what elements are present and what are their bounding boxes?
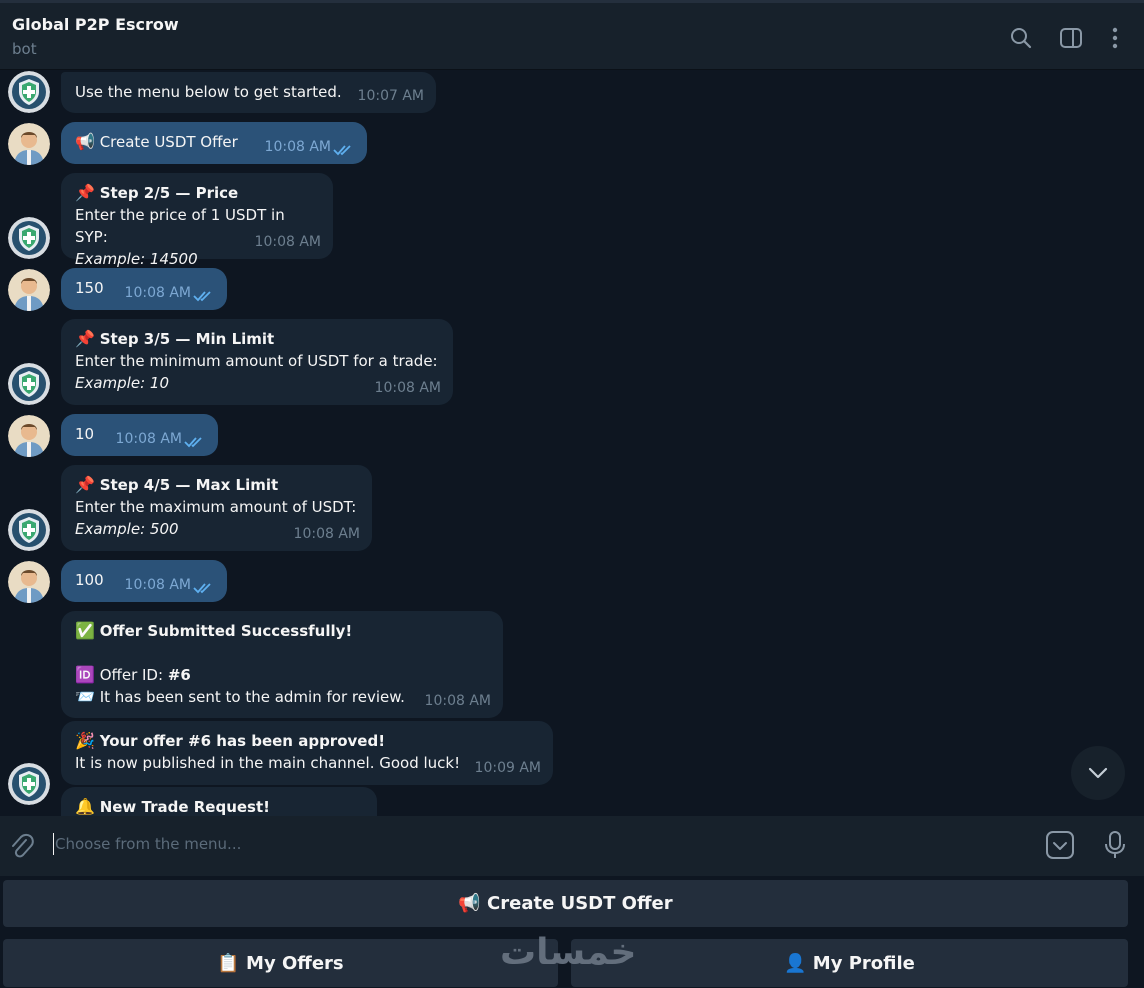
message-text: 150 <box>75 279 104 297</box>
message-input[interactable] <box>55 830 1015 858</box>
read-ticks-icon <box>193 582 215 594</box>
watermark: خمسات <box>500 932 637 973</box>
message-bubble-outgoing[interactable]: 10 10:08 AM <box>61 414 218 456</box>
message-bubble-incoming[interactable]: 🎉 Your offer #6 has been approved! It is… <box>61 721 553 785</box>
message-title: Offer Submitted Successfully! <box>99 622 353 640</box>
message-time: 10:07 AM <box>357 88 424 104</box>
pushpin-icon: 📌 <box>75 183 95 202</box>
message-text: 10 <box>75 425 95 443</box>
bell-icon: 🔔 <box>75 797 95 816</box>
user-avatar[interactable] <box>8 415 50 457</box>
keyboard-icon[interactable] <box>1045 830 1075 860</box>
step-title: Step 2/5 — Price <box>99 184 239 202</box>
paperclip-icon[interactable] <box>8 832 34 860</box>
message-list[interactable]: Use the menu below to get started. 10:07… <box>0 70 1144 816</box>
message-bubble-outgoing[interactable]: 📢 Create USDT Offer 10:08 AM <box>61 122 367 164</box>
pushpin-icon: 📌 <box>75 475 95 494</box>
message-text: Enter the minimum amount of USDT for a t… <box>75 352 438 370</box>
message-text: It has been sent to the admin for review… <box>99 688 405 706</box>
message-bubble-outgoing[interactable]: 150 10:08 AM <box>61 268 227 310</box>
message-text: Use the menu below to get started. <box>75 83 342 101</box>
message-title: New Trade Request! <box>99 798 270 816</box>
chat-subtitle: bot <box>12 40 37 58</box>
step-title: Step 3/5 — Min Limit <box>99 330 275 348</box>
my-offers-button[interactable]: 📋 My Offers <box>3 939 558 987</box>
message-bubble-incoming[interactable]: 📌 Step 2/5 — Price Enter the price of 1 … <box>61 173 333 268</box>
message-bubble-incoming[interactable]: 🔔 New Trade Request! <box>61 787 377 816</box>
bot-avatar[interactable] <box>8 217 50 259</box>
message-composer <box>0 816 1144 876</box>
message-time: 10:08 AM <box>124 577 191 593</box>
message-text: Create USDT Offer <box>99 133 238 151</box>
message-time: 10:08 AM <box>374 380 441 396</box>
message-bubble-incoming[interactable]: ✅ Offer Submitted Successfully! 🆔 Offer … <box>61 611 503 718</box>
chevron-down-icon <box>1088 767 1108 779</box>
check-mark-icon: ✅ <box>75 621 95 640</box>
message-text: It is now published in the main channel.… <box>75 754 461 772</box>
chat-title[interactable]: Global P2P Escrow <box>12 15 179 34</box>
party-popper-icon: 🎉 <box>75 731 95 750</box>
step-title: Step 4/5 — Max Limit <box>99 476 279 494</box>
message-time: 10:08 AM <box>254 234 321 250</box>
example-text: Example: 500 <box>75 520 179 538</box>
message-bubble-incoming[interactable]: 📌 Step 4/5 — Max Limit Enter the maximum… <box>61 465 372 551</box>
scroll-to-bottom-button[interactable] <box>1071 746 1125 800</box>
read-ticks-icon <box>184 436 206 448</box>
chat-header[interactable]: Global P2P Escrow bot <box>0 0 1144 70</box>
bot-avatar[interactable] <box>8 763 50 805</box>
message-text: 100 <box>75 571 104 589</box>
message-time: 10:08 AM <box>115 431 182 447</box>
sidebar-toggle-icon[interactable] <box>1058 25 1084 51</box>
message-time: 10:08 AM <box>264 139 331 155</box>
id-icon: 🆔 <box>75 665 95 684</box>
bot-avatar[interactable] <box>8 363 50 405</box>
message-time: 10:08 AM <box>293 526 360 542</box>
user-avatar[interactable] <box>8 123 50 165</box>
message-time: 10:08 AM <box>424 693 491 709</box>
message-time: 10:08 AM <box>124 285 191 301</box>
bot-avatar[interactable] <box>8 509 50 551</box>
user-avatar[interactable] <box>8 269 50 311</box>
search-icon[interactable] <box>1008 25 1034 51</box>
message-bubble-incoming[interactable]: Use the menu below to get started. 10:07… <box>61 72 436 113</box>
offer-id-value: #6 <box>167 666 191 684</box>
message-title: Your offer #6 has been approved! <box>99 732 386 750</box>
create-usdt-offer-button[interactable]: 📢 Create USDT Offer <box>3 880 1128 927</box>
example-text: Example: 14500 <box>75 250 198 268</box>
message-bubble-incoming[interactable]: 📌 Step 3/5 — Min Limit Enter the minimum… <box>61 319 453 405</box>
megaphone-icon: 📢 <box>75 132 95 151</box>
more-vert-icon[interactable] <box>1102 25 1128 51</box>
bot-avatar[interactable] <box>8 71 50 113</box>
example-text: Example: 10 <box>75 374 169 392</box>
text-cursor <box>53 833 54 855</box>
offer-id-label: Offer ID: <box>99 666 168 684</box>
message-bubble-outgoing[interactable]: 100 10:08 AM <box>61 560 227 602</box>
read-ticks-icon <box>333 144 355 156</box>
message-text: Enter the maximum amount of USDT: <box>75 498 357 516</box>
message-time: 10:09 AM <box>474 760 541 776</box>
read-ticks-icon <box>193 290 215 302</box>
user-avatar[interactable] <box>8 561 50 603</box>
microphone-icon[interactable] <box>1102 830 1128 860</box>
envelope-icon: 📨 <box>75 687 95 706</box>
telegram-chat-window: Global P2P Escrow bot Use the menu below… <box>0 0 1144 988</box>
pushpin-icon: 📌 <box>75 329 95 348</box>
my-profile-button[interactable]: 👤 My Profile <box>571 939 1128 987</box>
